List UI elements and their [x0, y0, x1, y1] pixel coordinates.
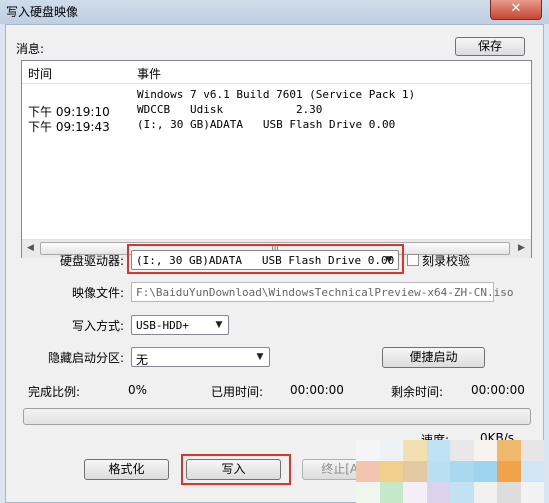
format-button[interactable]: 格式化: [84, 459, 169, 480]
write-highlight-box: [181, 454, 291, 485]
verify-label: 刻录校验: [422, 254, 471, 268]
hide-partition-value: 无: [136, 353, 149, 367]
save-button-label: 保存: [477, 39, 502, 53]
list-item[interactable]: 下午 09:19:43 (I:, 30 GB)ADATA USB Flash D…: [22, 118, 531, 134]
percent-label: 完成比例:: [28, 385, 81, 399]
list-item-time: 下午 09:19:43: [28, 120, 110, 134]
title-bar: 写入硬盘映像 ✕: [0, 0, 549, 24]
column-event[interactable]: 事件: [137, 65, 161, 82]
close-icon: ✕: [510, 1, 522, 16]
list-item[interactable]: Windows 7 v6.1 Build 7601 (Service Pack …: [22, 88, 531, 102]
hide-partition-label: 隐藏启动分区:: [47, 351, 124, 365]
dialog-body: 消息: 保存 时间 事件 Windows 7 v6.1 Build 7601 (…: [5, 24, 544, 503]
remaining-value: 00:00:00: [471, 383, 525, 397]
close-button[interactable]: ✕: [490, 0, 542, 20]
list-item[interactable]: 下午 09:19:10 WDCCB Udisk 2.30: [22, 103, 531, 119]
write-mode-label: 写入方式:: [71, 319, 124, 333]
messages-label: 消息:: [16, 42, 45, 56]
write-mode-select[interactable]: USB-HDD+ ▼: [131, 315, 229, 335]
write-disk-image-window: { "window": { "title": "写入硬盘映像", "close_…: [0, 0, 549, 503]
save-button[interactable]: 保存: [455, 37, 525, 56]
image-file-field[interactable]: F:\BaiduYunDownload\WindowsTechnicalPrev…: [131, 282, 514, 302]
image-file-label: 映像文件:: [71, 286, 124, 300]
quick-boot-button[interactable]: 便捷启动: [382, 347, 485, 368]
scroll-right-icon[interactable]: ▶: [518, 243, 525, 253]
window-title: 写入硬盘映像: [6, 5, 79, 19]
drive-highlight-box: [127, 244, 404, 274]
column-time[interactable]: 时间: [28, 65, 52, 82]
hide-partition-select[interactable]: 无 ▼: [131, 347, 270, 367]
image-file-value: F:\BaiduYunDownload\WindowsTechnicalPrev…: [136, 286, 514, 299]
percent-value: 0%: [128, 383, 148, 397]
list-item-event: (I:, 30 GB)ADATA USB Flash Drive 0.00: [137, 118, 396, 131]
quick-boot-label: 便捷启动: [409, 350, 458, 364]
format-button-label: 格式化: [108, 462, 145, 476]
message-list[interactable]: 时间 事件 Windows 7 v6.1 Build 7601 (Service…: [21, 60, 532, 258]
chevron-down-icon: ▼: [256, 352, 264, 362]
watermark-mosaic: [356, 440, 544, 503]
list-item-event: Windows 7 v6.1 Build 7601 (Service Pack …: [137, 88, 416, 101]
chevron-down-icon: ▼: [215, 320, 223, 330]
elapsed-label: 已用时间:: [211, 385, 264, 399]
remaining-label: 剩余时间:: [391, 385, 444, 399]
list-header: 时间 事件: [22, 61, 531, 84]
write-mode-value: USB-HDD+: [136, 319, 189, 332]
progress-bar: [23, 408, 531, 425]
verify-checkbox[interactable]: [407, 254, 419, 266]
list-item-event: WDCCB Udisk 2.30: [137, 103, 323, 116]
drive-label: 硬盘驱动器:: [59, 254, 124, 268]
elapsed-value: 00:00:00: [290, 383, 344, 397]
